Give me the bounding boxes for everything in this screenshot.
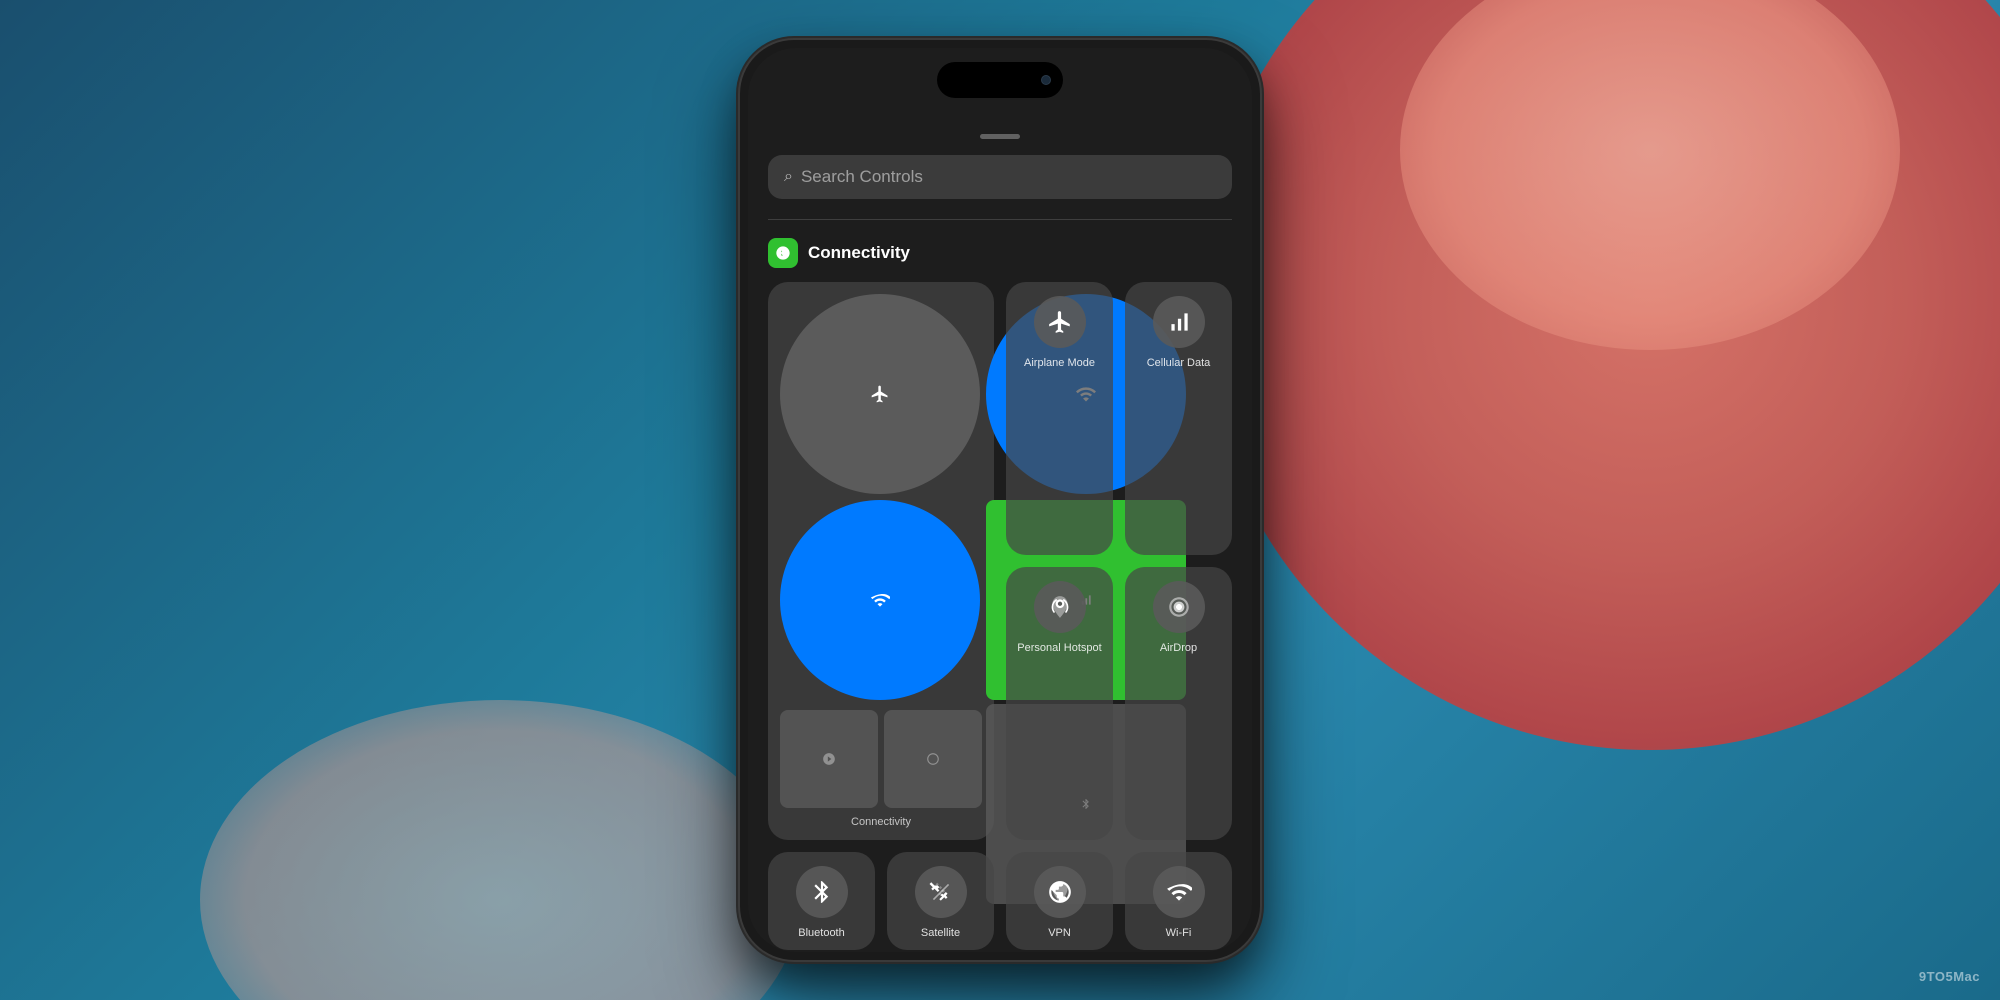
- airdrop-icon: [1166, 594, 1192, 620]
- handle-bar: [980, 134, 1020, 139]
- main-controls-grid: Connectivity Airplane Mode: [768, 282, 1232, 840]
- extra-icon-2: [926, 752, 940, 766]
- phone-frame: ⌕ Search Controls Connectivity: [740, 40, 1260, 960]
- mini-controls-grid: [780, 294, 982, 700]
- cellular-data-tile[interactable]: Cellular Data: [1125, 282, 1232, 555]
- satellite-icon-circle: [915, 866, 967, 918]
- bluetooth-tile-label: Bluetooth: [798, 926, 844, 940]
- cellular-data-label: Cellular Data: [1147, 356, 1211, 370]
- wifi-tile-icon: [1166, 879, 1192, 905]
- connectivity-tile[interactable]: Connectivity: [768, 282, 994, 840]
- airplane-mode-icon: [1047, 309, 1073, 335]
- dynamic-island: [937, 62, 1063, 98]
- bluetooth-tile-icon: [809, 879, 835, 905]
- watermark: 9TO5Mac: [1919, 969, 1980, 984]
- top-right-tiles: Airplane Mode Cellular Data: [1006, 282, 1232, 555]
- airplane-mode-label: Airplane Mode: [1024, 356, 1095, 370]
- satellite-tile-icon: [928, 879, 954, 905]
- airdrop-tile[interactable]: AirDrop: [1125, 567, 1232, 840]
- vpn-icon-circle: [1034, 866, 1086, 918]
- wifi-mini-btn[interactable]: [780, 500, 980, 700]
- airdrop-label: AirDrop: [1160, 641, 1197, 655]
- satellite-tile[interactable]: Satellite: [887, 852, 994, 950]
- wifi-tile-label: Wi-Fi: [1166, 926, 1192, 940]
- control-center: ⌕ Search Controls Connectivity: [748, 118, 1252, 952]
- vpn-tile-icon: [1047, 879, 1073, 905]
- airplane-mini-icon: [870, 384, 890, 404]
- extra-icon-1: [822, 752, 836, 766]
- bottom-right-tiles: Personal Hotspot AirDrop: [1006, 567, 1232, 840]
- airdrop-icon-circle: [1153, 581, 1205, 633]
- camera-dot: [1041, 75, 1051, 85]
- airplane-mode-mini-btn[interactable]: [780, 294, 980, 494]
- airplane-mode-icon-circle: [1034, 296, 1086, 348]
- connectivity-header: Connectivity: [768, 238, 1232, 268]
- satellite-tile-label: Satellite: [921, 926, 960, 940]
- personal-hotspot-icon-circle: [1034, 581, 1086, 633]
- connectivity-header-icon: [775, 245, 791, 261]
- connectivity-section-label: Connectivity: [808, 243, 910, 263]
- cellular-data-icon: [1166, 309, 1192, 335]
- personal-hotspot-label: Personal Hotspot: [1017, 641, 1101, 655]
- wifi-icon-circle: [1153, 866, 1205, 918]
- connectivity-tile-label: Connectivity: [780, 816, 982, 828]
- wifi-mini-icon: [870, 590, 890, 610]
- airplane-mode-tile[interactable]: Airplane Mode: [1006, 282, 1113, 555]
- personal-hotspot-tile[interactable]: Personal Hotspot: [1006, 567, 1113, 840]
- extra-icon-2-btn[interactable]: [884, 710, 982, 808]
- right-column: Airplane Mode Cellular Data: [1006, 282, 1232, 840]
- wifi-tile[interactable]: Wi-Fi: [1125, 852, 1232, 950]
- section-divider: [768, 219, 1232, 220]
- search-placeholder: Search Controls: [801, 167, 923, 187]
- phone-screen: ⌕ Search Controls Connectivity: [748, 48, 1252, 952]
- bluetooth-icon-circle: [796, 866, 848, 918]
- extra-icon-1-btn[interactable]: [780, 710, 878, 808]
- personal-hotspot-icon: [1047, 594, 1073, 620]
- cellular-data-icon-circle: [1153, 296, 1205, 348]
- vpn-tile-label: VPN: [1048, 926, 1071, 940]
- vpn-tile[interactable]: VPN: [1006, 852, 1113, 950]
- connectivity-icon-bg: [768, 238, 798, 268]
- search-bar[interactable]: ⌕ Search Controls: [768, 155, 1232, 199]
- bluetooth-tile[interactable]: Bluetooth: [768, 852, 875, 950]
- search-icon: ⌕: [784, 168, 793, 186]
